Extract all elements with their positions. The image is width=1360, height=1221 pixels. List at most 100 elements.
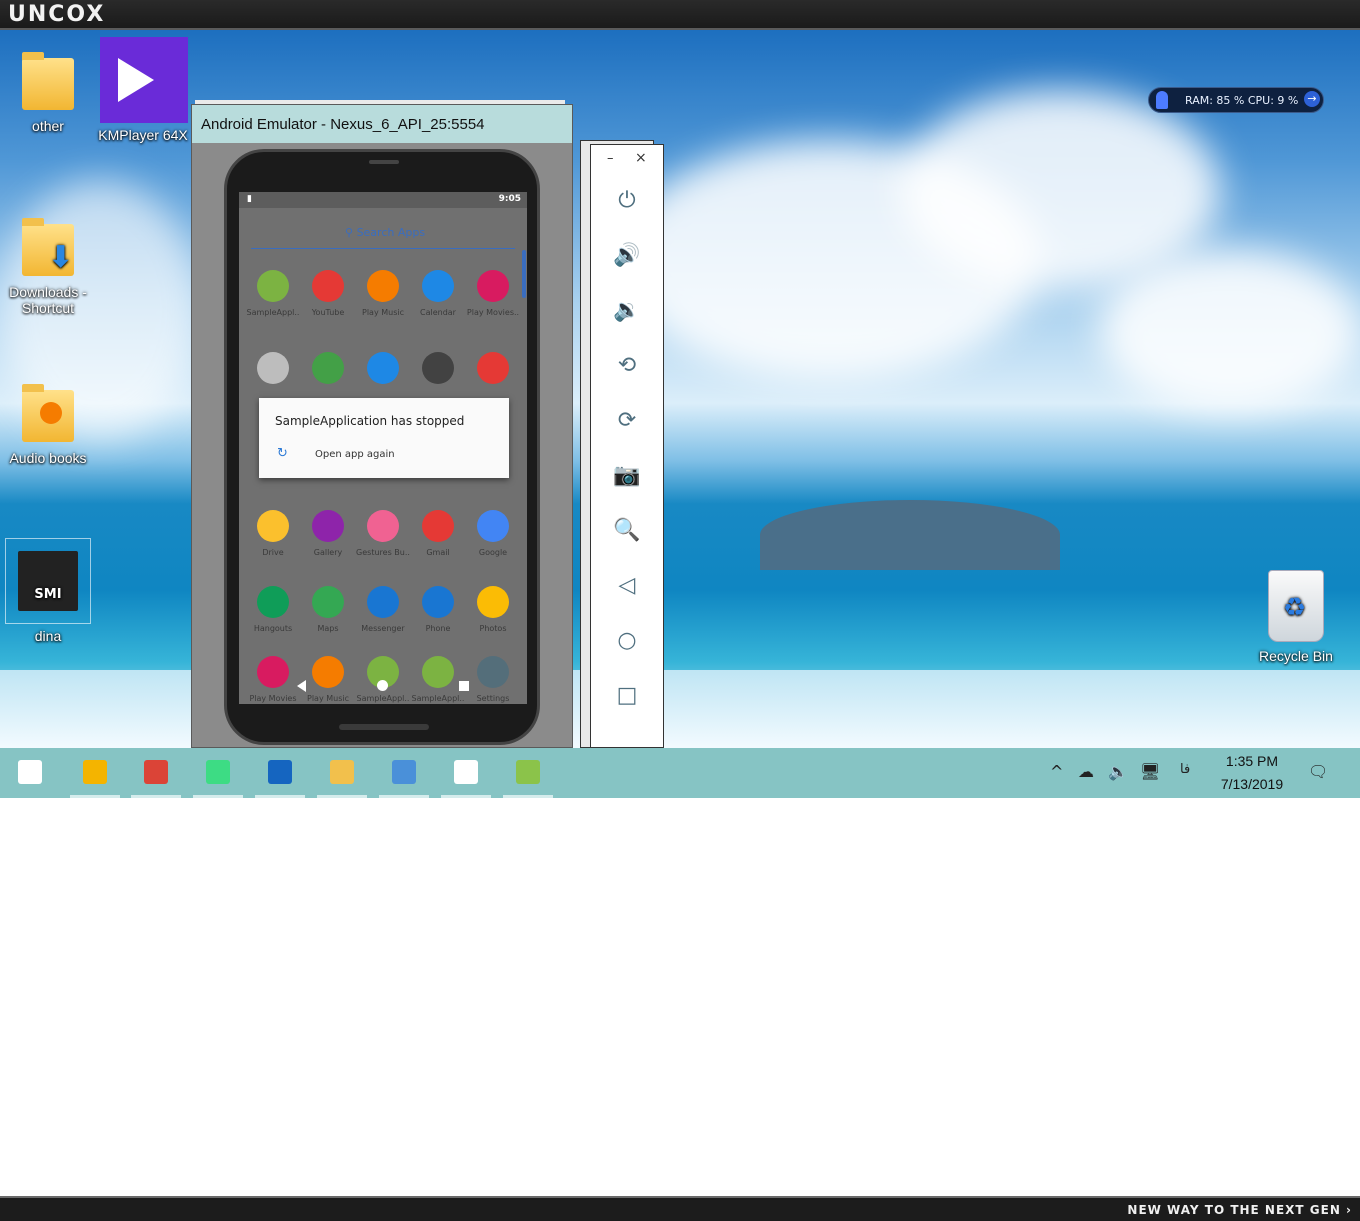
app-label: Play Music xyxy=(362,308,404,317)
taskbar: ^ ☁ 🔈 🖥 فا 1:35 PM 7/13/2019 🗨 xyxy=(0,748,1360,798)
app-icon[interactable]: Settings xyxy=(465,656,521,703)
app-icon[interactable]: SampleAppl.. xyxy=(245,270,301,317)
app-icon[interactable]: SampleAppl.. xyxy=(410,656,466,703)
app-icon[interactable]: Gmail xyxy=(410,510,466,557)
taskbar-glyph-icon xyxy=(18,760,42,784)
clock-time[interactable]: 1:35 PM xyxy=(1206,753,1298,769)
desktop-icon-other[interactable]: other xyxy=(0,44,96,134)
app-icon[interactable] xyxy=(465,352,521,390)
app-icon[interactable]: Messenger xyxy=(355,586,411,633)
app-label: Gmail xyxy=(426,548,450,557)
zoom-icon[interactable]: 🔍 xyxy=(611,515,643,547)
start-button[interactable] xyxy=(5,748,55,798)
desktop-icon-audio-books[interactable]: Audio books xyxy=(0,376,96,466)
onedrive-icon[interactable]: ☁ xyxy=(1078,762,1094,781)
network-icon[interactable]: 🖥 xyxy=(1140,762,1160,781)
taskbar-tips-icon[interactable] xyxy=(70,748,120,798)
app-icon[interactable]: Play Movies.. xyxy=(465,270,521,317)
running-indicator xyxy=(503,795,553,798)
phone-speaker-bottom xyxy=(339,724,429,730)
home-icon[interactable]: ○ xyxy=(611,625,643,657)
show-hidden-icons-chevron-icon[interactable]: ^ xyxy=(1050,762,1063,781)
app-glyph-icon xyxy=(312,352,344,384)
kmplayer-play-icon xyxy=(118,58,154,102)
app-icon[interactable] xyxy=(300,352,356,390)
power-icon[interactable]: ⏻ xyxy=(611,185,643,217)
app-icon[interactable]: Gestures Bu.. xyxy=(355,510,411,557)
app-icon[interactable] xyxy=(245,352,301,390)
taskbar-android-studio-icon[interactable] xyxy=(193,748,243,798)
taskbar-chrome-icon[interactable] xyxy=(131,748,181,798)
phone-screen[interactable]: ▮ 9:05 ⚲ Search Apps SampleAppl.. YouTube… xyxy=(239,192,527,704)
close-button[interactable]: × xyxy=(635,150,647,166)
desktop-icon-label: Audio books xyxy=(9,450,87,466)
desktop-icon-label: KMPlayer 64X xyxy=(98,127,188,143)
app-icon[interactable] xyxy=(410,352,466,390)
taskbar-glyph-icon xyxy=(392,760,416,784)
window-title[interactable]: Android Emulator - Nexus_6_API_25:5554 xyxy=(192,105,572,143)
app-icon[interactable]: Drive xyxy=(245,510,301,557)
app-icon[interactable]: Play Music xyxy=(300,656,356,703)
rotate-left-icon[interactable]: ⟲ xyxy=(611,350,643,382)
app-icon[interactable]: Hangouts xyxy=(245,586,301,633)
app-label: Calendar xyxy=(420,308,456,317)
app-icon[interactable]: Gallery xyxy=(300,510,356,557)
app-glyph-icon xyxy=(477,352,509,384)
download-arrow-icon: ⬇ xyxy=(48,240,74,275)
search-apps[interactable]: ⚲ Search Apps xyxy=(345,226,425,239)
overview-icon[interactable]: □ xyxy=(611,680,643,712)
running-indicator xyxy=(441,795,491,798)
taskbar-layout-icon[interactable] xyxy=(255,748,305,798)
taskbar-control-panel-icon[interactable] xyxy=(379,748,429,798)
volume-icon[interactable]: 🔈 xyxy=(1108,762,1128,781)
taskbar-file-explorer-icon[interactable] xyxy=(317,748,367,798)
clock-date[interactable]: 7/13/2019 xyxy=(1206,776,1298,792)
camera-icon[interactable]: 📷 xyxy=(611,460,643,492)
app-icon[interactable]: Maps xyxy=(300,586,356,633)
taskbar-glyph-icon xyxy=(454,760,478,784)
arrow-right-icon[interactable]: → xyxy=(1304,91,1320,107)
nav-home-icon[interactable] xyxy=(377,680,388,691)
app-icon[interactable]: Calendar xyxy=(410,270,466,317)
app-label: Google xyxy=(478,548,508,557)
taskbar-emulator-icon[interactable] xyxy=(503,748,553,798)
minimize-button[interactable]: – xyxy=(607,151,614,166)
notifications-icon[interactable]: 🗨 xyxy=(1308,762,1328,781)
desktop-icon-downloads[interactable]: ⬇ Downloads - Shortcut xyxy=(0,210,96,316)
desktop-icon-dina[interactable]: SMI dina xyxy=(0,538,96,644)
app-icon[interactable]: Play Music xyxy=(355,270,411,317)
desktop-icon-kmplayer-label[interactable]: KMPlayer 64X xyxy=(95,127,191,143)
taskbar-clapper-icon[interactable] xyxy=(441,748,491,798)
app-icon[interactable]: Photos xyxy=(465,586,521,633)
app-icon[interactable]: Google xyxy=(465,510,521,557)
nav-recents-icon[interactable] xyxy=(459,681,469,691)
rotate-right-icon[interactable]: ⟳ xyxy=(611,405,643,437)
app-icon[interactable] xyxy=(355,352,411,390)
open-app-again-button[interactable]: Open app again xyxy=(315,449,395,460)
desktop-icon-recycle-bin[interactable]: ♻ Recycle Bin xyxy=(1250,570,1342,664)
running-indicator xyxy=(317,795,367,798)
app-glyph-icon xyxy=(367,352,399,384)
recycle-bin-icon: ♻ xyxy=(1268,570,1324,642)
ram-cpu-monitor[interactable]: RAM: 85 % CPU: 9 % xyxy=(1148,87,1324,113)
app-label: SampleAppl.. xyxy=(411,694,465,703)
folder-icon xyxy=(22,52,74,110)
refresh-icon[interactable]: ↻ xyxy=(277,446,288,461)
app-glyph-icon xyxy=(477,270,509,302)
app-icon[interactable]: YouTube xyxy=(300,270,356,317)
app-label: Play Movies.. xyxy=(466,308,520,317)
app-icon[interactable]: Play Movies xyxy=(245,656,301,703)
search-underline xyxy=(251,248,515,249)
volume-down-icon[interactable]: 🔉 xyxy=(611,295,643,327)
app-glyph-icon xyxy=(257,656,289,688)
running-indicator xyxy=(255,795,305,798)
volume-up-icon[interactable]: 🔊 xyxy=(611,240,643,272)
uncox-logo: UNCOX xyxy=(8,2,106,27)
desktop-icon-label: other xyxy=(32,118,64,134)
nav-back-icon[interactable] xyxy=(297,680,306,692)
back-icon[interactable]: ◁ xyxy=(611,570,643,602)
android-status-bar: ▮ 9:05 xyxy=(239,192,527,208)
app-icon[interactable]: Phone xyxy=(410,586,466,633)
scroll-thumb[interactable] xyxy=(522,250,526,298)
language-indicator[interactable]: فا xyxy=(1180,762,1190,777)
